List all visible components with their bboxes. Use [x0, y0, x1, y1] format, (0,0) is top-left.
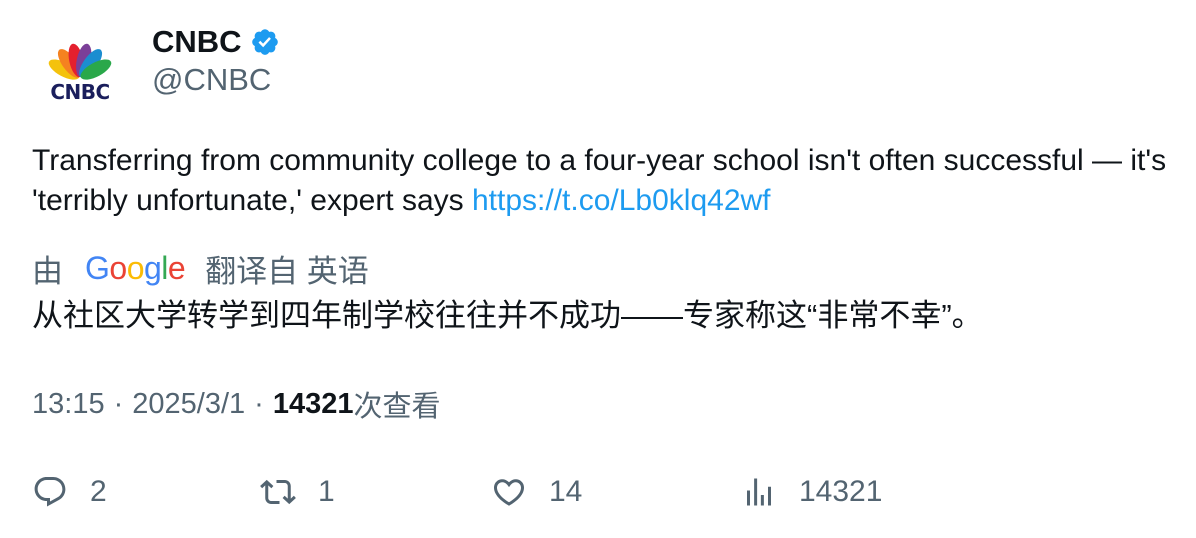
display-name[interactable]: CNBC [152, 24, 242, 60]
views-total: 14321 [799, 475, 883, 508]
retweet-count: 1 [318, 475, 335, 508]
reply-button[interactable]: 2 [32, 470, 107, 514]
cnbc-peacock-icon [48, 43, 112, 80]
views-icon [747, 478, 771, 506]
like-button[interactable]: 14 [491, 470, 582, 514]
verified-badge-icon [251, 29, 278, 55]
translation-prefix: 由 [32, 253, 63, 289]
meta-separator: · [254, 387, 264, 420]
avatar-logo-text: CNBC [50, 80, 110, 104]
like-icon [493, 479, 525, 506]
like-count: 14 [549, 475, 583, 508]
author-name-row: CNBC [152, 22, 280, 62]
translated-text: 从社区大学转学到四年制学校往往并不成功——专家称这“非常不幸”。 [32, 298, 983, 333]
retweet-button[interactable]: 1 [260, 470, 335, 514]
avatar[interactable]: CNBC [32, 24, 128, 120]
tweet-text: Transferring from community college to a… [32, 141, 1172, 221]
translation-attribution[interactable]: 由 Google 翻译自 英语 [32, 246, 369, 290]
author-handle[interactable]: @CNBC [152, 62, 271, 98]
translation-suffix: 翻译自 英语 [205, 253, 369, 289]
views-label: 次查看 [353, 391, 441, 423]
google-logo: Google [85, 249, 186, 286]
views-count: 14321 [272, 387, 354, 420]
meta-separator: · [113, 387, 124, 420]
views-button[interactable]: 14321 [741, 470, 882, 514]
tweet-time[interactable]: 13:15 [32, 388, 105, 421]
reply-icon [34, 477, 66, 507]
tweet-meta: 13:15 · 2025/3/1 · 14321 次查看 [32, 384, 440, 424]
tweet-link[interactable]: https://t.co/Lb0klq42wf [472, 184, 771, 217]
tweet-date[interactable]: 2025/3/1 [132, 388, 245, 421]
retweet-icon [260, 479, 296, 505]
reply-count: 2 [90, 475, 107, 508]
